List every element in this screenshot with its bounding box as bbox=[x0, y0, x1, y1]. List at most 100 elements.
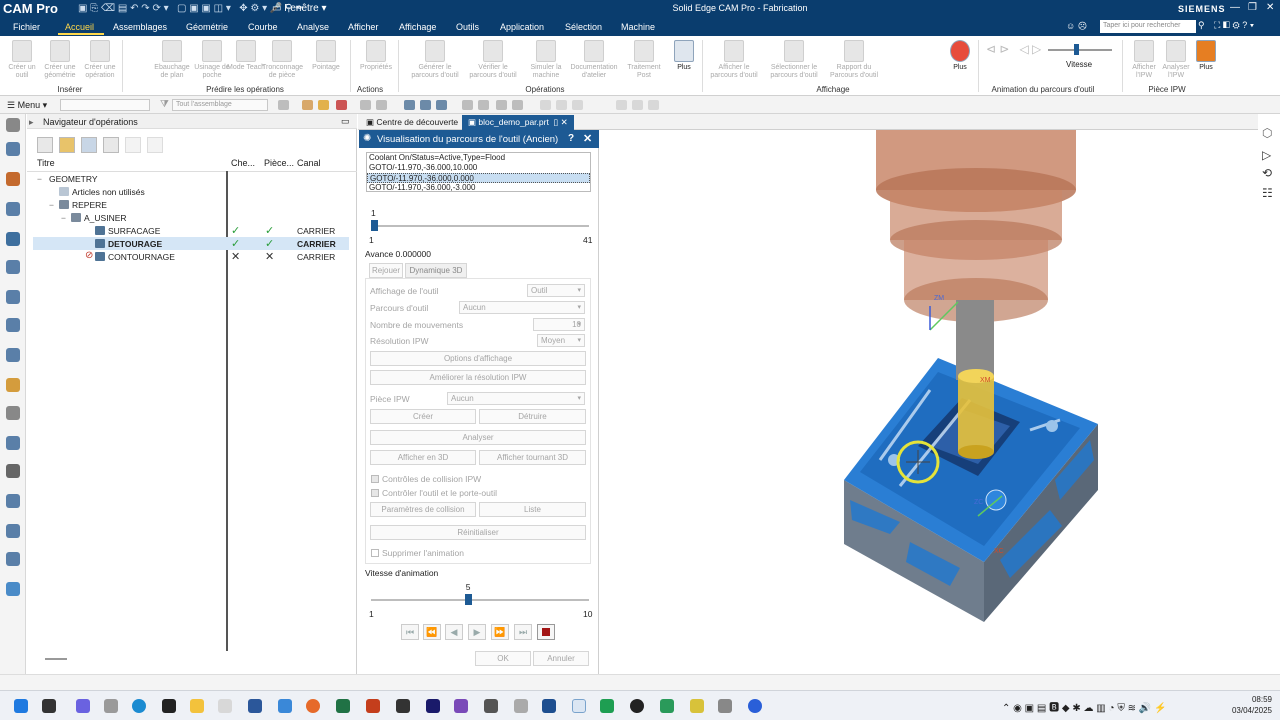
tree-row-surfacage[interactable]: SURFACAGE ✓ ✓ CARRIER bbox=[33, 224, 349, 237]
tab-part-file[interactable]: ▣ bloc_demo_par.prt ▯ ✕ bbox=[462, 115, 574, 130]
misc3-icon[interactable] bbox=[648, 100, 659, 110]
menu-machine[interactable]: Machine bbox=[621, 22, 655, 32]
method-view-icon[interactable] bbox=[103, 137, 119, 153]
manufacturing-wizard-icon[interactable] bbox=[6, 582, 20, 596]
system-clock[interactable]: 08:59 03/04/2025 bbox=[1222, 694, 1272, 716]
process-studio-icon[interactable] bbox=[6, 552, 20, 566]
app-icon-12[interactable] bbox=[690, 699, 704, 713]
menu-button[interactable]: ☰ Menu ▾ bbox=[7, 100, 47, 111]
play-icon[interactable]: ▶ bbox=[468, 624, 486, 640]
clock-icon[interactable] bbox=[6, 464, 20, 478]
app-icon-11[interactable] bbox=[660, 699, 674, 713]
plus-operations-button[interactable]: Plus bbox=[664, 40, 704, 72]
constraint-navigator-icon[interactable] bbox=[6, 202, 20, 216]
tree-row-unused[interactable]: Articles non utilisés bbox=[33, 185, 349, 198]
animation-controls-icons[interactable]: ⊲ ⊳ ◁ ▷ bbox=[986, 42, 1041, 56]
minimize-icon[interactable]: — bbox=[1230, 2, 1240, 13]
col-canal[interactable]: Canal bbox=[297, 158, 321, 172]
creer-button[interactable]: Créer bbox=[370, 409, 476, 424]
tab-rejouer[interactable]: Rejouer bbox=[369, 263, 403, 278]
menu-courbe[interactable]: Courbe bbox=[248, 22, 278, 32]
motion-slider-knob[interactable] bbox=[371, 220, 378, 231]
header-icons[interactable]: ⛶ ◧ ⚙ ? ▾ bbox=[1214, 20, 1254, 31]
menu-fichier[interactable]: Fichier bbox=[13, 22, 40, 32]
search-icon[interactable]: ⚲ bbox=[1198, 20, 1205, 31]
program-view-icon[interactable] bbox=[37, 137, 53, 153]
reuse-library-icon[interactable] bbox=[6, 318, 20, 332]
assembly-navigator-icon[interactable] bbox=[6, 172, 20, 186]
tray-icons[interactable]: ⌃ ◉ ▣ ▤ 🅱 ◆ ✱ ☁ ▥ ◔ ⛨ ≋ 🔊 ⚡ bbox=[1002, 699, 1166, 714]
ok-button[interactable]: OK bbox=[475, 651, 531, 666]
liste-button[interactable]: Liste bbox=[479, 502, 586, 517]
col-check[interactable]: Che... bbox=[231, 158, 255, 172]
settings-icon[interactable] bbox=[6, 118, 20, 132]
dell-icon[interactable] bbox=[162, 699, 176, 713]
web-browser-icon[interactable] bbox=[6, 378, 20, 392]
app-icon-10[interactable] bbox=[600, 699, 614, 713]
render-icon[interactable] bbox=[404, 100, 415, 110]
speed-slider[interactable] bbox=[371, 599, 589, 601]
task-view-icon[interactable] bbox=[42, 699, 56, 713]
type-filter-dropdown[interactable] bbox=[60, 99, 150, 111]
menu-geometrie[interactable]: Géométrie bbox=[186, 22, 228, 32]
history-icon[interactable] bbox=[6, 290, 20, 304]
hide-icon[interactable] bbox=[436, 100, 447, 110]
menu-outils[interactable]: Outils bbox=[456, 22, 479, 32]
globe-icon[interactable] bbox=[6, 436, 20, 450]
app-icon-8[interactable] bbox=[484, 699, 498, 713]
create-tool-button[interactable]: Créer un outil bbox=[2, 40, 42, 80]
speed-slider-ribbon[interactable] bbox=[1048, 49, 1112, 51]
link-icon[interactable] bbox=[336, 100, 347, 110]
frame-icon[interactable] bbox=[462, 100, 473, 110]
tab-discovery[interactable]: ▣ Centre de découverte bbox=[360, 115, 464, 130]
start-icon[interactable] bbox=[14, 699, 28, 713]
app-icon-5[interactable] bbox=[396, 699, 410, 713]
select-icon[interactable] bbox=[278, 100, 289, 110]
menu-selection[interactable]: Sélection bbox=[565, 22, 602, 32]
solid-edge-icon[interactable] bbox=[542, 699, 556, 713]
menu-affichage[interactable]: Affichage bbox=[399, 22, 436, 32]
app-icon-2[interactable] bbox=[104, 699, 118, 713]
plus-ipw-button[interactable]: Plus bbox=[1186, 40, 1226, 72]
assembly-filter-dropdown[interactable]: Tout l'assemblage bbox=[172, 99, 268, 111]
code-line[interactable]: GOTO/-11.970,-36.000,-3.000 bbox=[367, 183, 590, 191]
resolution-select[interactable]: Moyen bbox=[537, 334, 585, 347]
machine-view-icon[interactable] bbox=[59, 137, 75, 153]
code-line[interactable]: Coolant On/Status=Active,Type=Flood bbox=[367, 153, 590, 163]
filter-nav-icon[interactable] bbox=[147, 137, 163, 153]
tree-row-repere[interactable]: − REPERE bbox=[33, 198, 349, 211]
operation-navigator-icon[interactable] bbox=[6, 232, 20, 246]
code-line-selected[interactable]: GOTO/-11.970,-36.000,0.000 bbox=[367, 173, 590, 183]
annuler-button[interactable]: Annuler bbox=[533, 651, 589, 666]
traitement-post-button[interactable]: Traitement Post bbox=[624, 40, 664, 80]
speed-slider-knob[interactable] bbox=[464, 594, 472, 605]
stop-button[interactable] bbox=[537, 624, 555, 640]
snap-icon[interactable] bbox=[302, 100, 313, 110]
misc2-icon[interactable] bbox=[632, 100, 643, 110]
simuler-machine-button[interactable]: Simuler la machine bbox=[526, 40, 566, 80]
create-geometry-button[interactable]: Créer une géométrie bbox=[40, 40, 80, 80]
app-icon-9[interactable] bbox=[514, 699, 528, 713]
orbit-icon[interactable] bbox=[496, 100, 507, 110]
step-back-icon[interactable]: ⏪ bbox=[423, 624, 441, 640]
step-forward-icon[interactable]: ⏩ bbox=[491, 624, 509, 640]
fast-forward-icon[interactable]: ⏭ bbox=[514, 624, 532, 640]
parcours-outil-select[interactable]: Aucun bbox=[459, 301, 585, 314]
menu-application[interactable]: Application bbox=[500, 22, 544, 32]
play-circle-icon[interactable]: ▷ bbox=[1262, 148, 1271, 162]
cl-code-list[interactable]: Coolant On/Status=Active,Type=Flood GOTO… bbox=[366, 152, 591, 192]
hd3d-icon[interactable] bbox=[6, 348, 20, 362]
misc-icon[interactable] bbox=[616, 100, 627, 110]
geometry-view-icon[interactable] bbox=[81, 137, 97, 153]
view2-icon[interactable] bbox=[376, 100, 387, 110]
checklist-icon[interactable]: ☷ bbox=[1262, 186, 1273, 200]
palette-icon[interactable] bbox=[6, 406, 20, 420]
menu-analyse[interactable]: Analyse bbox=[297, 22, 329, 32]
chatgpt-icon[interactable] bbox=[630, 699, 644, 713]
window-menu[interactable]: ▭ Fenêtre ▾ bbox=[272, 3, 327, 14]
ameliorer-resolution-button[interactable]: Améliorer la résolution IPW bbox=[370, 370, 586, 385]
piece-ipw-select[interactable]: Aucun bbox=[447, 392, 585, 405]
tree-row-geometry[interactable]: − GEOMETRY bbox=[33, 172, 349, 185]
machine-tool-icon[interactable] bbox=[6, 260, 20, 274]
app-icon-14[interactable] bbox=[748, 699, 762, 713]
